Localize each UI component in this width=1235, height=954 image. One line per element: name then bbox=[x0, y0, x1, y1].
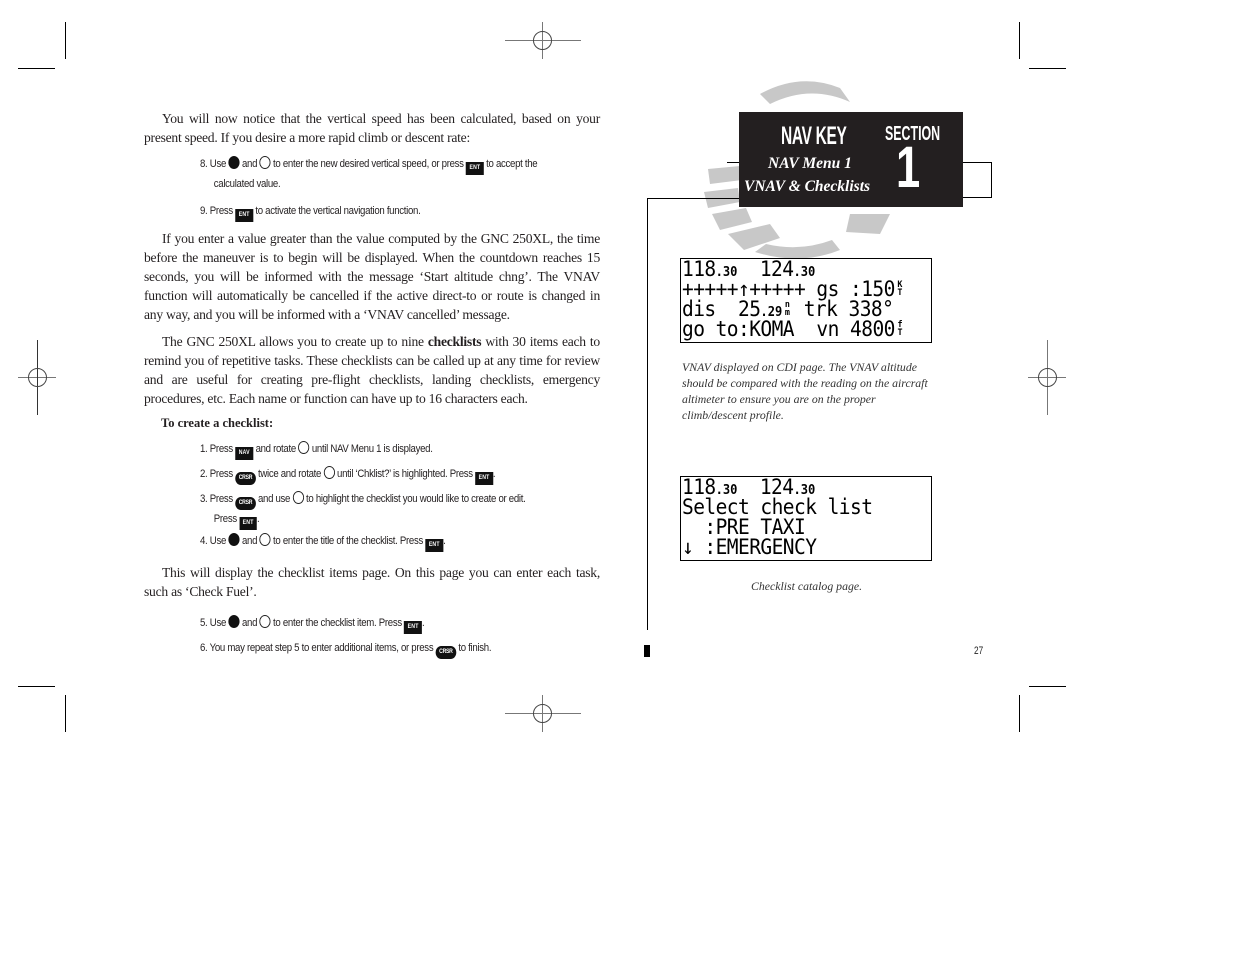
ent-key-icon: ENT bbox=[239, 517, 257, 530]
checklist-item: ↓ :EMERGENCY bbox=[682, 535, 817, 559]
large-knob-icon bbox=[228, 156, 240, 169]
crsr-key-icon: CRSR bbox=[235, 497, 256, 510]
checklist-item: :PRE TAXI bbox=[682, 515, 806, 539]
lcd-row-title: Select check list bbox=[682, 495, 873, 519]
ent-key-icon: ENT bbox=[425, 539, 444, 552]
step-8: 8. Use and to enter the new desired vert… bbox=[200, 156, 538, 190]
lcd-row-frequencies: 118.30 124.30 bbox=[682, 257, 816, 281]
crop-mark-top-left-h bbox=[18, 68, 55, 69]
create-checklist-heading: To create a checklist: bbox=[161, 416, 274, 430]
page-number: 27 bbox=[974, 645, 984, 657]
lcd-row-cdi-gs: +++++↑+++++ gs :150 K T bbox=[682, 277, 903, 301]
small-knob-icon bbox=[259, 533, 271, 546]
step-1: 1. Press NAV and rotate until NAV Menu 1… bbox=[200, 440, 433, 460]
crop-mark-top-right-h bbox=[1029, 68, 1066, 69]
section-title: NAV KEY bbox=[781, 122, 847, 150]
header-rule-right-v bbox=[991, 162, 992, 198]
step-6: 6. You may repeat step 5 to enter additi… bbox=[200, 639, 492, 659]
items-paragraph: This will display the checklist items pa… bbox=[144, 565, 600, 599]
crop-mark-bottom-right-v bbox=[1019, 695, 1020, 732]
step-5: 5. Use and to enter the checklist item. … bbox=[200, 614, 425, 634]
column-frame-left bbox=[647, 198, 648, 630]
checklists-paragraph: The GNC 250XL allows you to create up to… bbox=[144, 334, 600, 406]
lcd-row-dis-trk: dis 25.29 n m trk 338° bbox=[682, 297, 894, 321]
caption-checklist: Checklist catalog page. bbox=[751, 579, 863, 593]
section-subtitle-1: NAV Menu 1 bbox=[768, 155, 852, 172]
registration-mark-bottom bbox=[505, 695, 581, 732]
small-knob-icon bbox=[298, 441, 310, 454]
countdown-paragraph: If you enter a value greater than the va… bbox=[144, 231, 600, 322]
header-rule-left bbox=[727, 162, 739, 163]
section-header: NAV KEY NAV Menu 1 VNAV & Checklists SEC… bbox=[739, 112, 963, 207]
section-number: 1 bbox=[896, 135, 921, 200]
lcd-checklist-page: 118.30 124.30 Select check list :PRE TAX… bbox=[680, 476, 932, 561]
large-knob-icon bbox=[228, 533, 240, 546]
column-frame-top bbox=[647, 198, 739, 199]
scroll-down-arrow-icon: ↓ : bbox=[682, 535, 716, 559]
nav-key-icon: NAV bbox=[235, 447, 254, 460]
header-rule-bottom bbox=[963, 197, 992, 198]
header-rule-right bbox=[963, 162, 991, 163]
ent-key-icon: ENT bbox=[466, 162, 484, 175]
checklists-term: checklists bbox=[427, 334, 482, 349]
small-knob-icon bbox=[259, 156, 271, 169]
crop-mark-bottom-left-h bbox=[18, 686, 55, 687]
step-2: 2. Press CRSR twice and rotate until ‘Ch… bbox=[200, 465, 496, 485]
lcd-row-frequencies: 118.30 124.30 bbox=[682, 475, 816, 499]
column-frame-marker bbox=[644, 645, 650, 657]
small-knob-icon bbox=[259, 615, 271, 628]
crop-mark-top-left-v bbox=[65, 22, 66, 59]
ent-key-icon: ENT bbox=[475, 472, 493, 485]
registration-mark-top bbox=[505, 22, 581, 59]
small-knob-icon bbox=[292, 491, 304, 504]
crsr-key-icon: CRSR bbox=[235, 472, 256, 485]
step-4: 4. Use and to enter the title of the che… bbox=[200, 532, 446, 552]
large-knob-icon bbox=[228, 615, 240, 628]
ent-key-icon: ENT bbox=[235, 209, 254, 222]
crop-mark-bottom-right-h bbox=[1029, 686, 1066, 687]
caption-cdi: VNAV displayed on CDI page. The VNAV alt… bbox=[682, 360, 928, 422]
crop-mark-top-right-v bbox=[1019, 22, 1020, 59]
crop-mark-bottom-left-v bbox=[65, 695, 66, 732]
registration-mark-left bbox=[18, 340, 56, 415]
intro-paragraph: You will now notice that the vertical sp… bbox=[144, 111, 600, 145]
step-3: 3. Press CRSR and use to highlight the c… bbox=[200, 490, 526, 530]
registration-mark-right bbox=[1028, 340, 1066, 415]
lcd-cdi-page: 118.30 124.30 +++++↑+++++ gs :150 K T dis … bbox=[680, 258, 932, 343]
lcd-row-goto-vn: go to:KOMA vn 4800 f T bbox=[682, 317, 903, 341]
small-knob-icon bbox=[323, 466, 335, 479]
crsr-key-icon: CRSR bbox=[435, 646, 457, 659]
ent-key-icon: ENT bbox=[404, 621, 422, 634]
section-subtitle-2: VNAV & Checklists bbox=[744, 178, 871, 195]
step-9: 9. Press ENT to activate the vertical na… bbox=[200, 202, 421, 222]
